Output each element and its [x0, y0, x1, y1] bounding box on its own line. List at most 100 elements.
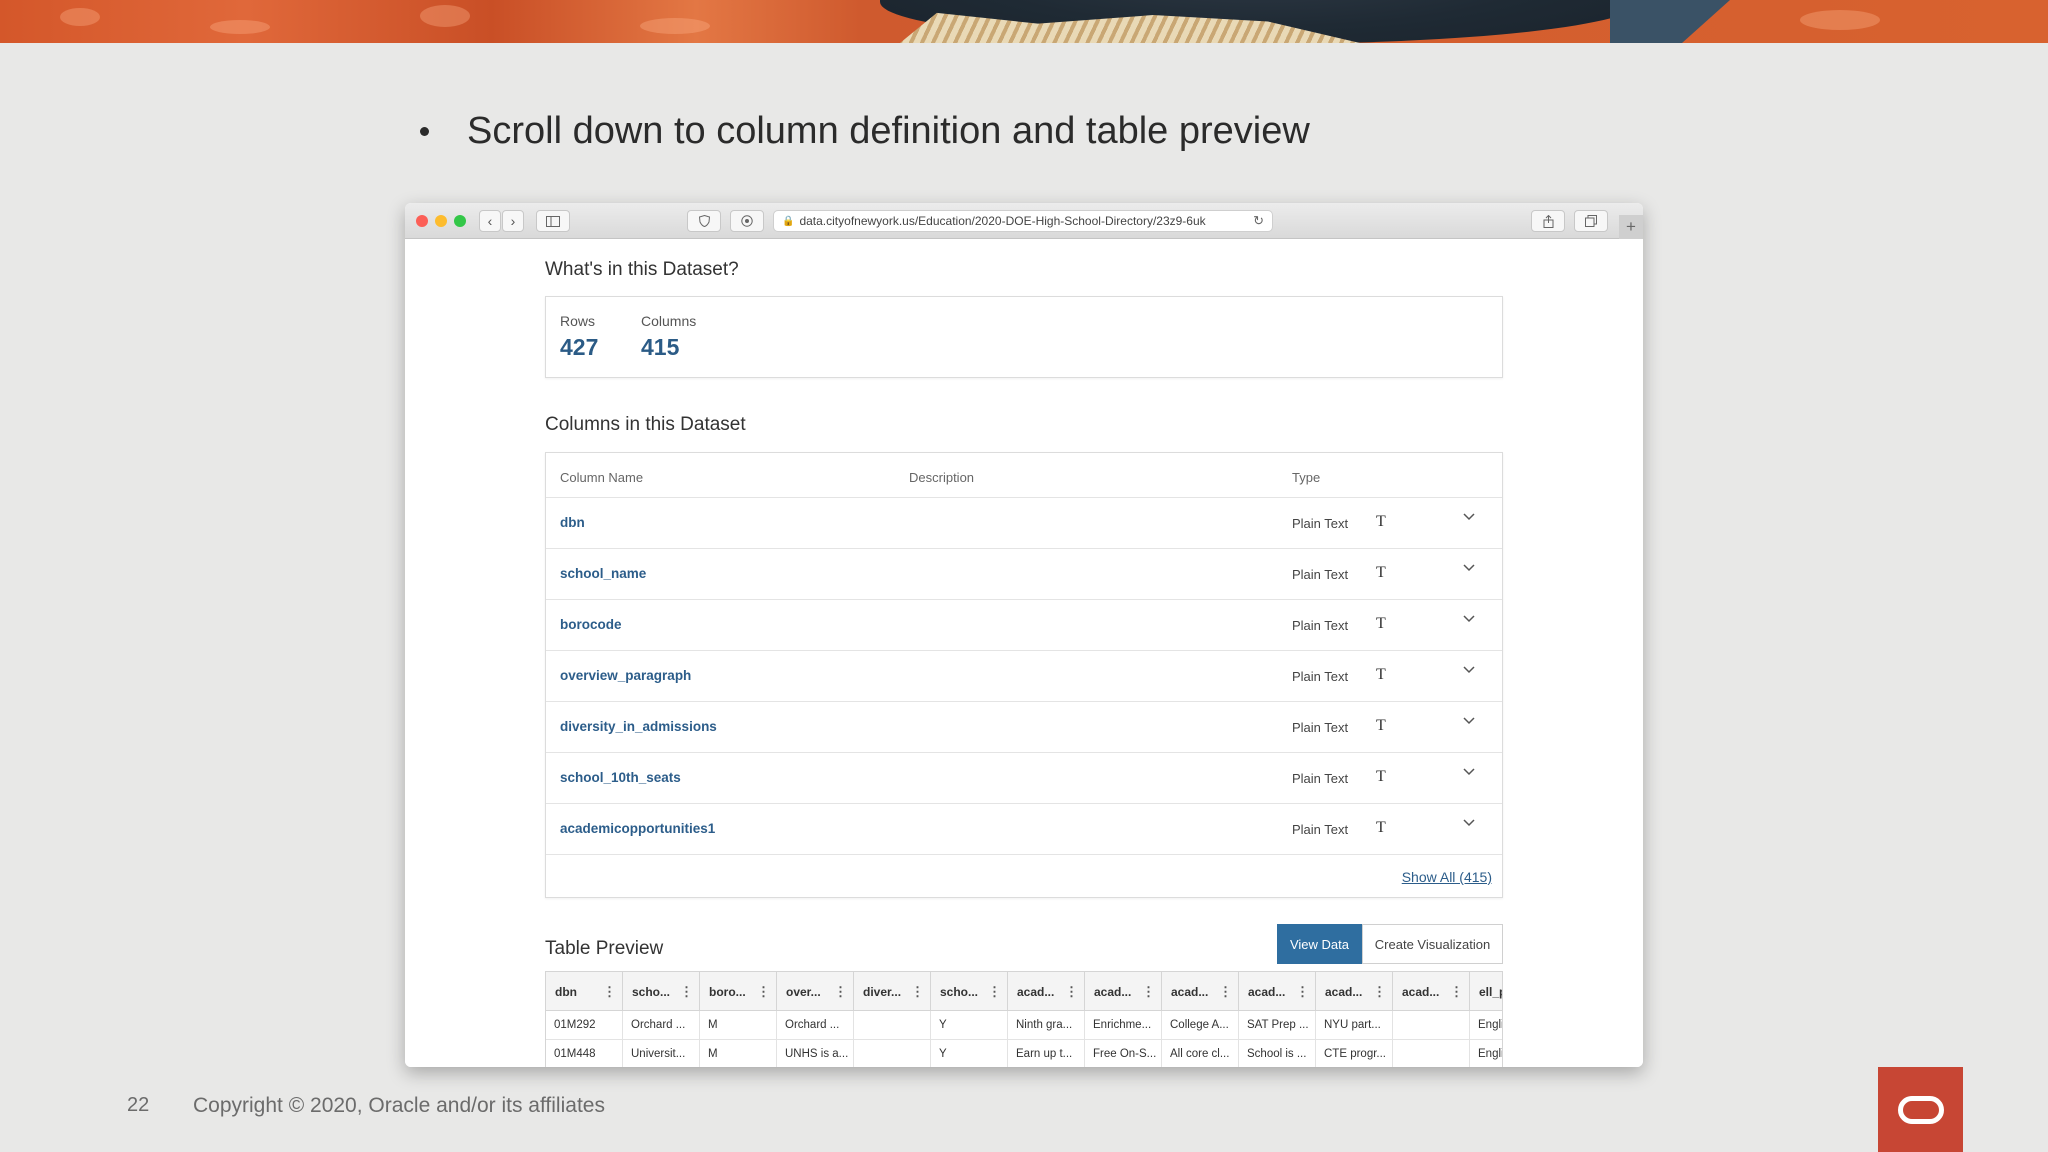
text-type-icon: T	[1376, 564, 1386, 581]
columns-heading: Columns in this Dataset	[545, 414, 746, 435]
table-cell[interactable]: College A...	[1162, 1011, 1239, 1040]
address-bar[interactable]: 🔒 data.cityofnewyork.us/Education/2020-D…	[773, 210, 1273, 232]
grid-column-header[interactable]: acad... ⋮	[1316, 972, 1393, 1011]
grid-column-header[interactable]: acad... ⋮	[1162, 972, 1239, 1011]
grid-column-header[interactable]: diver... ⋮	[854, 972, 931, 1011]
grid-column-header[interactable]: over... ⋮	[777, 972, 854, 1011]
table-cell[interactable]: Orchard ...	[623, 1011, 700, 1040]
back-button[interactable]: ‹	[479, 210, 501, 232]
shield-icon	[698, 215, 710, 227]
table-cell[interactable]: Engli	[1470, 1040, 1502, 1067]
privacy-button[interactable]	[730, 210, 764, 232]
columns-label: Columns	[641, 313, 697, 329]
table-cell[interactable]: School is ...	[1239, 1040, 1316, 1067]
grid-column-header[interactable]: acad... ⋮	[1085, 972, 1162, 1011]
grid-column-header[interactable]: boro... ⋮	[700, 972, 777, 1011]
view-data-button[interactable]: View Data	[1277, 924, 1362, 964]
share-button[interactable]	[1531, 210, 1565, 232]
table-cell[interactable]: Engli	[1470, 1011, 1502, 1040]
chevron-down-icon[interactable]	[1462, 612, 1476, 626]
column-name[interactable]: school_name	[560, 566, 646, 581]
reader-button[interactable]	[687, 210, 721, 232]
column-name[interactable]: school_10th_seats	[560, 770, 681, 785]
lock-icon: 🔒	[782, 215, 795, 227]
close-window-button[interactable]	[416, 215, 428, 227]
grid-column-header[interactable]: acad... ⋮	[1239, 972, 1316, 1011]
more-vertical-icon[interactable]: ⋮	[1142, 984, 1155, 1000]
table-cell[interactable]: Earn up t...	[1008, 1040, 1085, 1067]
more-vertical-icon[interactable]: ⋮	[911, 984, 924, 1000]
address-url: data.cityofnewyork.us/Education/2020-DOE…	[799, 214, 1206, 228]
table-cell[interactable]: SAT Prep ...	[1239, 1011, 1316, 1040]
chevron-down-icon[interactable]	[1462, 663, 1476, 677]
table-cell[interactable]: UNHS is a...	[777, 1040, 854, 1067]
column-row[interactable]: academicopportunities1 Plain Text T	[546, 803, 1502, 854]
tabs-overview-button[interactable]	[1574, 210, 1608, 232]
columns-value: 415	[641, 334, 680, 360]
chevron-down-icon[interactable]	[1462, 561, 1476, 575]
table-preview-grid: dbn ⋮ scho... ⋮ boro... ⋮ over... ⋮ diver...…	[545, 971, 1503, 1067]
minimize-window-button[interactable]	[435, 215, 447, 227]
table-cell[interactable]	[854, 1011, 931, 1040]
column-row[interactable]: school_name Plain Text T	[546, 548, 1502, 599]
table-cell[interactable]: Orchard ...	[777, 1011, 854, 1040]
table-cell[interactable]: 01M448	[546, 1040, 623, 1067]
chevron-down-icon[interactable]	[1462, 510, 1476, 524]
more-vertical-icon[interactable]: ⋮	[834, 984, 847, 1000]
grid-column-header[interactable]: dbn ⋮	[546, 972, 623, 1011]
table-cell[interactable]: NYU part...	[1316, 1011, 1393, 1040]
rows-value: 427	[560, 334, 599, 360]
create-visualization-button[interactable]: Create Visualization	[1362, 924, 1503, 964]
forward-button[interactable]: ›	[502, 210, 524, 232]
reload-icon[interactable]: ↻	[1253, 213, 1264, 229]
table-cell[interactable]	[1393, 1011, 1470, 1040]
new-tab-button[interactable]: +	[1619, 215, 1643, 239]
column-name[interactable]: diversity_in_admissions	[560, 719, 717, 734]
grid-column-header[interactable]: acad... ⋮	[1393, 972, 1470, 1011]
table-cell[interactable]: M	[700, 1040, 777, 1067]
column-name[interactable]: borocode	[560, 617, 622, 632]
table-cell[interactable]: Ninth gra...	[1008, 1011, 1085, 1040]
table-cell[interactable]: Free On-S...	[1085, 1040, 1162, 1067]
table-cell[interactable]: Y	[931, 1040, 1008, 1067]
grid-column-header[interactable]: scho... ⋮	[623, 972, 700, 1011]
grid-column-header[interactable]: ell_p	[1470, 972, 1502, 1011]
zoom-window-button[interactable]	[454, 215, 466, 227]
more-vertical-icon[interactable]: ⋮	[1373, 984, 1386, 1000]
column-row[interactable]: school_10th_seats Plain Text T	[546, 752, 1502, 803]
more-vertical-icon[interactable]: ⋮	[1219, 984, 1232, 1000]
columns-table: Column Name Description Type dbn Plain T…	[545, 452, 1503, 898]
show-all-link[interactable]: Show All (415)	[1402, 869, 1492, 885]
table-cell[interactable]: M	[700, 1011, 777, 1040]
column-row[interactable]: dbn Plain Text T	[546, 497, 1502, 548]
more-vertical-icon[interactable]: ⋮	[1296, 984, 1309, 1000]
column-row[interactable]: diversity_in_admissions Plain Text T	[546, 701, 1502, 752]
column-name[interactable]: overview_paragraph	[560, 668, 691, 683]
grid-column-header[interactable]: scho... ⋮	[931, 972, 1008, 1011]
column-name[interactable]: academicopportunities1	[560, 821, 715, 836]
grid-column-header[interactable]: acad... ⋮	[1008, 972, 1085, 1011]
text-type-icon: T	[1376, 768, 1386, 785]
more-vertical-icon[interactable]: ⋮	[680, 984, 693, 1000]
column-row[interactable]: borocode Plain Text T	[546, 599, 1502, 650]
table-cell[interactable]: 01M292	[546, 1011, 623, 1040]
table-cell[interactable]: All core cl...	[1162, 1040, 1239, 1067]
column-row[interactable]: overview_paragraph Plain Text T	[546, 650, 1502, 701]
chevron-down-icon[interactable]	[1462, 714, 1476, 728]
table-cell[interactable]: CTE progr...	[1316, 1040, 1393, 1067]
table-cell[interactable]	[1393, 1040, 1470, 1067]
more-vertical-icon[interactable]: ⋮	[757, 984, 770, 1000]
sidebar-toggle-button[interactable]	[536, 210, 570, 232]
table-cell[interactable]: Enrichme...	[1085, 1011, 1162, 1040]
more-vertical-icon[interactable]: ⋮	[603, 984, 616, 1000]
more-vertical-icon[interactable]: ⋮	[988, 984, 1001, 1000]
chevron-down-icon[interactable]	[1462, 816, 1476, 830]
page-content: What's in this Dataset? Rows 427 Columns…	[405, 239, 1643, 1067]
chevron-down-icon[interactable]	[1462, 765, 1476, 779]
column-name[interactable]: dbn	[560, 515, 585, 530]
table-cell[interactable]: Y	[931, 1011, 1008, 1040]
table-cell[interactable]: Universit...	[623, 1040, 700, 1067]
table-cell[interactable]	[854, 1040, 931, 1067]
more-vertical-icon[interactable]: ⋮	[1450, 984, 1463, 1000]
more-vertical-icon[interactable]: ⋮	[1065, 984, 1078, 1000]
